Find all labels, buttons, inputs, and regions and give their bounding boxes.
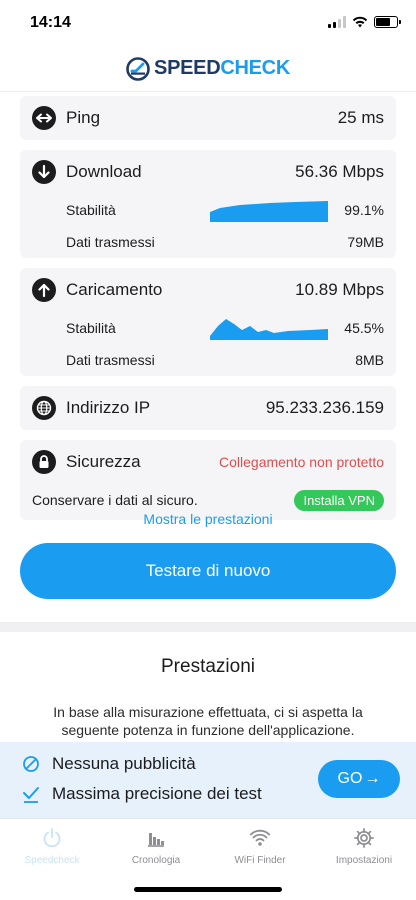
ip-card: Indirizzo IP 95.233.236.159 [20, 386, 396, 430]
upload-stability-label: Stabilità [66, 320, 116, 336]
tab-label-impostazioni: Impostazioni [335, 855, 393, 866]
tab-cronologia[interactable]: Cronologia [104, 827, 208, 866]
promo-precision-label: Massima precisione dei test [52, 784, 262, 803]
download-card: Download 56.36 Mbps Stabilità 99.1% Dati… [20, 150, 396, 258]
tab-impostazioni[interactable]: Impostazioni [312, 827, 416, 866]
arrow-down-icon [32, 160, 56, 184]
premium-promo-banner[interactable]: Nessuna pubblicità Massima precisione de… [0, 742, 416, 818]
install-vpn-button[interactable]: Installa VPN [294, 489, 384, 511]
download-stability-graph [210, 201, 329, 222]
history-chart-icon [148, 833, 164, 847]
ip-label: Indirizzo IP [66, 398, 151, 417]
ping-card: Ping 25 ms [20, 96, 396, 140]
ping-label: Ping [66, 108, 101, 127]
promo-no-ads-label: Nessuna pubblicità [52, 754, 196, 773]
download-stability-label: Stabilità [66, 202, 116, 218]
retest-button[interactable]: Testare di nuovo [20, 543, 396, 599]
upload-stability-value: 45.5% [344, 320, 384, 336]
performance-description: In base alla misurazione effettuata, ci … [53, 704, 363, 738]
go-button[interactable]: GO → [318, 760, 400, 798]
power-icon [43, 828, 61, 848]
battery-icon [374, 16, 401, 28]
status-time: 14:14 [30, 14, 71, 31]
arrow-up-icon [32, 278, 56, 302]
tab-wifi-finder[interactable]: WiFi Finder [208, 827, 312, 866]
check-icon [23, 787, 39, 803]
security-label: Sicurezza [66, 452, 141, 471]
security-hint: Conservare i dati al sicuro. [32, 492, 198, 508]
no-ads-icon [23, 756, 39, 772]
show-performance-link[interactable]: Mostra le prestazioni [0, 511, 416, 527]
upload-data-label: Dati trasmessi [66, 352, 155, 368]
tab-label-speedcheck: Speedcheck [24, 855, 80, 866]
upload-stability-graph [210, 319, 329, 340]
wifi-icon [249, 829, 271, 846]
section-divider [0, 622, 416, 632]
tab-label-wifi-finder: WiFi Finder [234, 855, 286, 866]
download-value: 56.36 Mbps [295, 162, 384, 181]
performance-title: Prestazioni [161, 656, 255, 677]
ip-value: 95.233.236.159 [265, 398, 384, 417]
results-panel: Ping 25 ms Download 56.36 Mbps Stabilità… [20, 96, 396, 530]
status-icons [328, 16, 401, 28]
tab-speedcheck[interactable]: Speedcheck [0, 827, 104, 866]
cellular-signal-icon [328, 16, 346, 28]
go-label: GO [337, 770, 363, 787]
lock-icon [32, 450, 56, 474]
speedcheck-logo-icon [126, 56, 150, 81]
ping-value: 25 ms [337, 108, 384, 127]
app-header: SPEEDCHECK [0, 46, 416, 92]
tab-bar: Speedcheck Cronologia WiFi Finder Impost… [0, 818, 416, 900]
promo-item-no-ads: Nessuna pubblicità [22, 754, 196, 774]
upload-card: Caricamento 10.89 Mbps Stabilità 45.5% D… [20, 268, 396, 376]
security-card: Sicurezza Collegamento non protetto Cons… [20, 440, 396, 520]
security-status: Collegamento non protetto [219, 454, 384, 470]
upload-value: 10.89 Mbps [295, 280, 384, 299]
promo-item-precision: Massima precisione dei test [22, 784, 262, 804]
download-stability-value: 99.1% [344, 202, 384, 218]
app-logo-text: SPEEDCHECK [154, 57, 290, 79]
home-indicator [134, 887, 282, 892]
arrows-horizontal-icon [32, 106, 56, 130]
globe-icon [32, 396, 56, 420]
download-data-value: 79MB [347, 234, 384, 250]
tab-label-cronologia: Cronologia [131, 855, 181, 866]
arrow-right-icon: → [364, 770, 381, 787]
wifi-status-icon [352, 16, 368, 28]
download-data-label: Dati trasmessi [66, 234, 155, 250]
download-label: Download [66, 162, 142, 181]
upload-label: Caricamento [66, 280, 163, 299]
status-bar: 14:14 [0, 0, 416, 46]
gear-icon [354, 828, 374, 848]
upload-data-value: 8MB [355, 352, 384, 368]
